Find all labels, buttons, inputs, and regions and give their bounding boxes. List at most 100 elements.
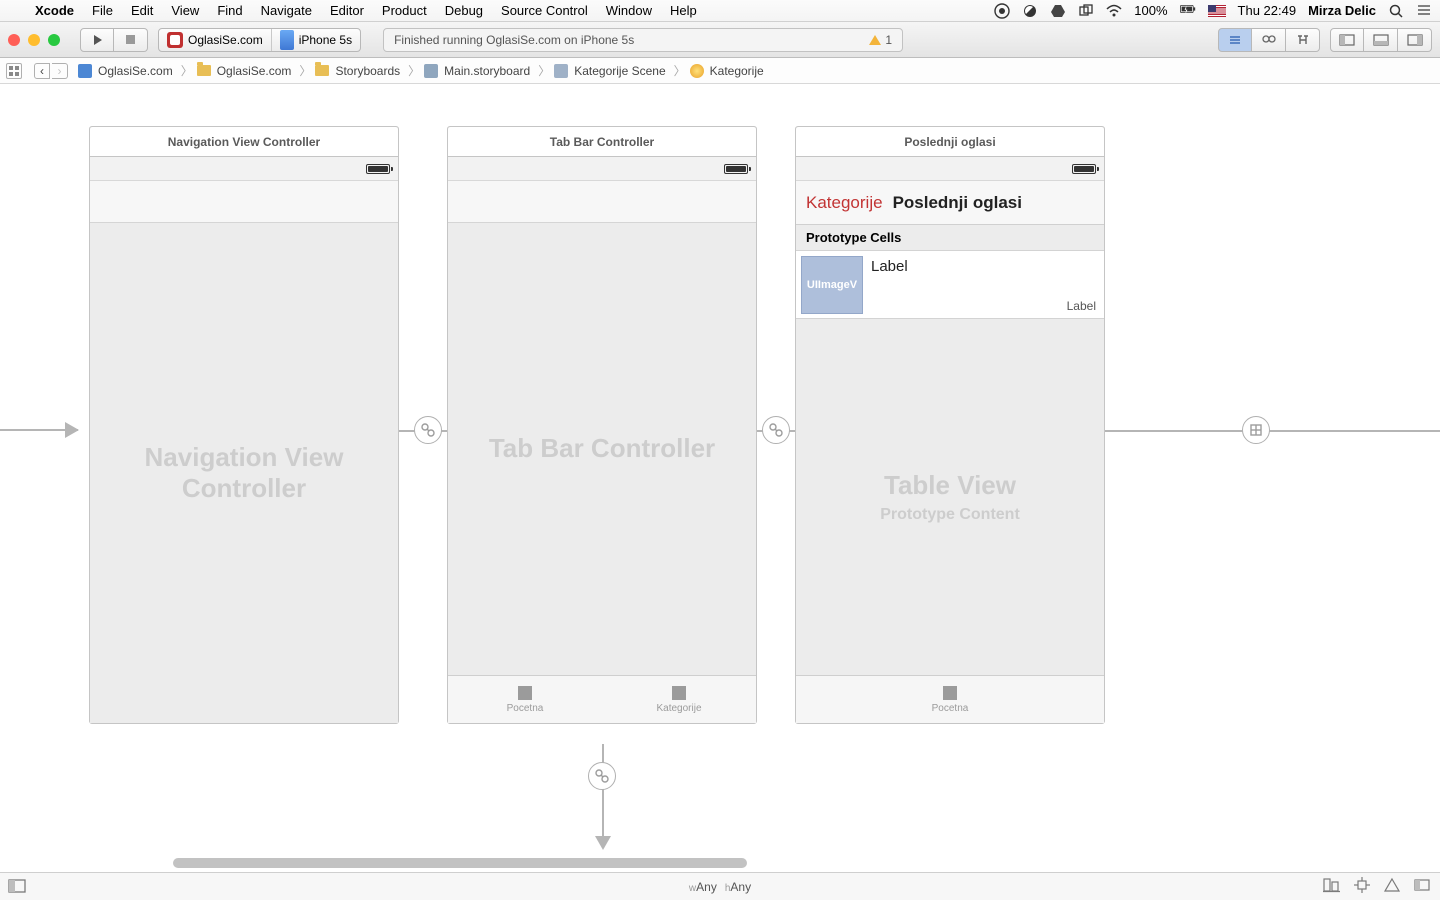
align-button[interactable] bbox=[1322, 877, 1342, 896]
scheme-selector[interactable]: OglasiSe.com iPhone 5s bbox=[158, 28, 361, 52]
jump-project[interactable]: OglasiSe.com bbox=[94, 64, 177, 78]
jump-scene[interactable]: Kategorije Scene bbox=[570, 64, 669, 78]
menu-navigate[interactable]: Navigate bbox=[252, 0, 321, 22]
horizontal-scrollbar[interactable] bbox=[173, 858, 747, 868]
jump-item[interactable]: Kategorije bbox=[706, 64, 768, 78]
tab-label: Pocetna bbox=[932, 703, 969, 714]
cell-label-1[interactable]: Label bbox=[871, 256, 908, 313]
stop-button[interactable] bbox=[114, 28, 148, 52]
menu-editor[interactable]: Editor bbox=[321, 0, 373, 22]
cell-label-2[interactable]: Label bbox=[1067, 299, 1096, 313]
mac-menubar: Xcode File Edit View Find Navigate Edito… bbox=[0, 0, 1440, 22]
tab-item-pocetna[interactable]: Pocetna bbox=[796, 676, 1104, 723]
jump-group-1[interactable]: OglasiSe.com bbox=[213, 64, 296, 78]
run-button[interactable] bbox=[80, 28, 114, 52]
navigation-bar[interactable]: Kategorije Poslednji oglasi bbox=[796, 181, 1104, 225]
jump-storyboard[interactable]: Main.storyboard bbox=[440, 64, 534, 78]
nav-back-button[interactable]: Kategorije bbox=[806, 193, 883, 213]
tab-item-kategorije[interactable]: Kategorije bbox=[602, 676, 756, 723]
battery-icon bbox=[724, 164, 748, 174]
tableview-subtext: Prototype Content bbox=[880, 505, 1020, 524]
battery-icon bbox=[366, 164, 390, 174]
project-icon bbox=[78, 64, 92, 78]
jump-group-2[interactable]: Storyboards bbox=[331, 64, 404, 78]
pin-button[interactable] bbox=[1352, 877, 1372, 896]
initial-vc-arrow[interactable] bbox=[0, 429, 78, 431]
arrow-down-icon bbox=[595, 836, 611, 850]
battery-icon bbox=[1072, 164, 1096, 174]
warning-icon bbox=[869, 35, 881, 45]
viber-icon[interactable] bbox=[994, 3, 1010, 19]
input-flag-icon[interactable] bbox=[1208, 5, 1226, 17]
menu-product[interactable]: Product bbox=[373, 0, 436, 22]
version-editor-button[interactable] bbox=[1286, 28, 1320, 52]
resolve-issues-button[interactable] bbox=[1382, 877, 1402, 896]
tab-label: Pocetna bbox=[507, 703, 544, 714]
scene-placeholder-text: Navigation View Controller bbox=[134, 442, 354, 504]
dnd-icon[interactable] bbox=[1022, 3, 1038, 19]
uiimageview-placeholder[interactable]: UIImageV bbox=[801, 256, 863, 314]
spotlight-icon[interactable] bbox=[1388, 3, 1404, 19]
prototype-cell[interactable]: UIImageV Label Label bbox=[796, 251, 1104, 319]
folder-icon bbox=[315, 65, 329, 76]
tab-item-pocetna[interactable]: Pocetna bbox=[448, 676, 602, 723]
scene-poslednji-oglasi[interactable]: Poslednji oglasi Kategorije Poslednji og… bbox=[795, 126, 1105, 724]
related-items-button[interactable] bbox=[6, 63, 22, 79]
standard-editor-button[interactable] bbox=[1218, 28, 1252, 52]
close-window-button[interactable] bbox=[8, 34, 20, 46]
scene-title: Poslednji oglasi bbox=[796, 127, 1104, 157]
jump-bar: ‹ › OglasiSe.com〉 OglasiSe.com〉 Storyboa… bbox=[0, 58, 1440, 84]
editor-mode-group bbox=[1218, 28, 1320, 52]
assistant-editor-button[interactable] bbox=[1252, 28, 1286, 52]
menu-view[interactable]: View bbox=[162, 0, 208, 22]
menu-source-control[interactable]: Source Control bbox=[492, 0, 597, 22]
scene-nav-controller[interactable]: Navigation View Controller Navigation Vi… bbox=[89, 126, 399, 724]
tab-icon bbox=[943, 686, 957, 700]
size-class-control[interactable]: wAny hAny bbox=[689, 880, 751, 894]
minimize-window-button[interactable] bbox=[28, 34, 40, 46]
menubar-user[interactable]: Mirza Delic bbox=[1308, 3, 1376, 18]
segue-relationship-3[interactable] bbox=[588, 762, 616, 790]
segue-relationship-1[interactable] bbox=[414, 416, 442, 444]
menu-debug[interactable]: Debug bbox=[436, 0, 492, 22]
app-name-menu[interactable]: Xcode bbox=[26, 0, 83, 22]
activity-view[interactable]: Finished running OglasiSe.com on iPhone … bbox=[383, 28, 903, 52]
play-icon bbox=[94, 35, 102, 45]
menu-find[interactable]: Find bbox=[208, 0, 251, 22]
menu-file[interactable]: File bbox=[83, 0, 122, 22]
stop-icon bbox=[126, 35, 135, 44]
nav-title: Poslednji oglasi bbox=[893, 193, 1022, 213]
segue-push[interactable] bbox=[1242, 416, 1270, 444]
device-icon bbox=[280, 30, 294, 50]
menu-window[interactable]: Window bbox=[597, 0, 661, 22]
forward-button[interactable]: › bbox=[52, 63, 68, 79]
back-button[interactable]: ‹ bbox=[34, 63, 50, 79]
menu-help[interactable]: Help bbox=[661, 0, 706, 22]
screens-icon[interactable] bbox=[1078, 3, 1094, 19]
menubar-clock[interactable]: Thu 22:49 bbox=[1238, 3, 1297, 18]
wifi-icon[interactable] bbox=[1106, 3, 1122, 19]
menu-edit[interactable]: Edit bbox=[122, 0, 162, 22]
resizing-button[interactable] bbox=[1412, 877, 1432, 896]
xcode-toolbar: OglasiSe.com iPhone 5s Finished running … bbox=[0, 22, 1440, 58]
zoom-window-button[interactable] bbox=[48, 34, 60, 46]
tab-icon bbox=[672, 686, 686, 700]
segue-relationship-2[interactable] bbox=[762, 416, 790, 444]
toggle-utilities-button[interactable] bbox=[1398, 28, 1432, 52]
battery-icon bbox=[1180, 3, 1196, 19]
toggle-navigator-button[interactable] bbox=[1330, 28, 1364, 52]
toggle-outline-button[interactable] bbox=[8, 879, 28, 895]
storyboard-icon bbox=[424, 64, 438, 78]
editor-bottom-bar: wAny hAny bbox=[0, 872, 1440, 900]
tab-bar: Pocetna Kategorije bbox=[448, 675, 756, 723]
tableview-placeholder: Table View bbox=[884, 470, 1016, 501]
scene-tabbar-controller[interactable]: Tab Bar Controller Tab Bar Controller Po… bbox=[447, 126, 757, 724]
folder-icon bbox=[197, 65, 211, 76]
scheme-device: iPhone 5s bbox=[299, 33, 352, 47]
battery-percent[interactable]: 100% bbox=[1134, 3, 1167, 18]
drive-icon[interactable] bbox=[1050, 3, 1066, 19]
storyboard-canvas[interactable]: Navigation View Controller Navigation Vi… bbox=[0, 84, 1440, 872]
notifications-icon[interactable] bbox=[1416, 3, 1432, 19]
toggle-debug-area-button[interactable] bbox=[1364, 28, 1398, 52]
tab-icon bbox=[518, 686, 532, 700]
